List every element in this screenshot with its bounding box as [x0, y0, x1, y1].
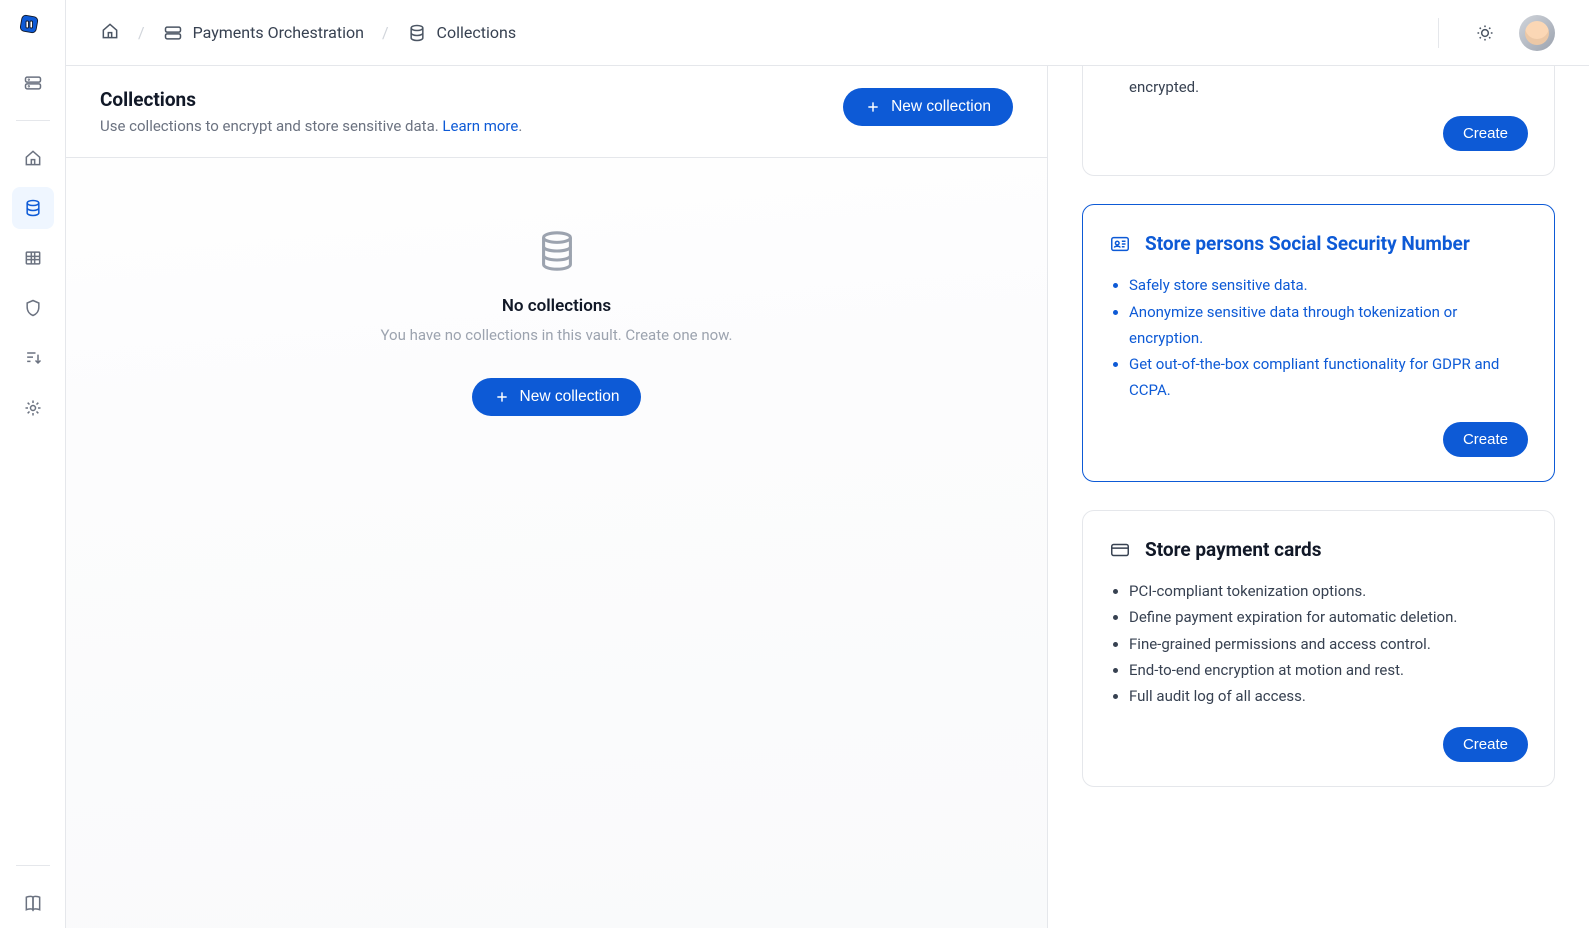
main-panel: Collections Use collections to encrypt a…	[66, 66, 1048, 928]
new-collection-button-empty[interactable]: New collection	[472, 378, 642, 416]
nav-divider-bottom	[16, 865, 50, 866]
theme-toggle[interactable]	[1467, 15, 1503, 51]
nav-item-home[interactable]	[12, 137, 54, 179]
button-label: Create	[1463, 125, 1508, 142]
breadcrumb-sep: /	[138, 23, 145, 42]
filter-sort-icon	[23, 348, 43, 368]
create-button[interactable]: Create	[1443, 727, 1528, 762]
home-icon	[100, 21, 120, 41]
breadcrumb-orchestration[interactable]: Payments Orchestration	[163, 23, 364, 43]
button-label: New collection	[520, 388, 620, 406]
learn-more-link[interactable]: Learn more	[442, 117, 518, 135]
empty-state: No collections You have no collections i…	[66, 158, 1047, 928]
bullet: Fine-grained permissions and access cont…	[1129, 631, 1528, 657]
shield-icon	[23, 298, 43, 318]
button-label: Create	[1463, 431, 1508, 448]
nav-item-security[interactable]	[12, 287, 54, 329]
breadcrumb-label: Payments Orchestration	[193, 23, 364, 42]
button-label: New collection	[891, 98, 991, 116]
bullet: Define payment expiration for automatic …	[1129, 604, 1528, 630]
new-collection-button[interactable]: New collection	[843, 88, 1013, 126]
bullet: PCI-compliant tokenization options.	[1129, 578, 1528, 604]
nav-item-settings[interactable]	[12, 387, 54, 429]
right-panel: encrypted. Create Store persons Social S…	[1048, 66, 1589, 928]
table-icon	[23, 248, 43, 268]
card-fragment-text: encrypted.	[1129, 78, 1528, 96]
empty-state-icon	[534, 228, 580, 278]
nav-item-collections[interactable]	[12, 187, 54, 229]
create-button[interactable]: Create	[1443, 422, 1528, 457]
plus-icon	[865, 99, 881, 115]
breadcrumb-collections[interactable]: Collections	[407, 23, 517, 43]
server-icon	[23, 73, 43, 93]
nav-item-vault[interactable]	[12, 62, 54, 104]
nav-item-queries[interactable]	[12, 337, 54, 379]
topbar-divider	[1438, 18, 1439, 48]
bullet: End-to-end encryption at motion and rest…	[1129, 657, 1528, 683]
template-card-payment[interactable]: Store payment cards PCI-compliant tokeni…	[1082, 510, 1555, 788]
button-label: Create	[1463, 736, 1508, 753]
bullet: Safely store sensitive data.	[1129, 272, 1528, 298]
page-subtitle: Use collections to encrypt and store sen…	[100, 117, 823, 135]
database-icon	[534, 228, 580, 274]
database-icon	[23, 198, 43, 218]
nav-divider	[16, 120, 50, 121]
topbar: / Payments Orchestration / Collections	[66, 0, 1589, 66]
template-card-ssn[interactable]: Store persons Social Security Number Saf…	[1082, 204, 1555, 482]
breadcrumb-label: Collections	[437, 23, 517, 42]
user-avatar[interactable]	[1519, 15, 1555, 51]
page-title: Collections	[100, 88, 823, 111]
left-nav-rail	[0, 0, 66, 928]
empty-state-title: No collections	[502, 296, 611, 316]
empty-state-desc: You have no collections in this vault. C…	[381, 326, 733, 344]
template-card-partial: encrypted. Create	[1082, 66, 1555, 176]
card-title: Store payment cards	[1145, 535, 1321, 564]
breadcrumb-home[interactable]	[100, 21, 120, 45]
server-icon	[163, 23, 183, 43]
breadcrumbs: / Payments Orchestration / Collections	[100, 21, 516, 45]
gear-icon	[23, 398, 43, 418]
card-title: Store persons Social Security Number	[1145, 229, 1470, 258]
card-bullets: Safely store sensitive data. Anonymize s…	[1109, 272, 1528, 403]
plus-icon	[494, 389, 510, 405]
database-icon	[407, 23, 427, 43]
id-card-icon	[1109, 233, 1131, 255]
nav-item-tables[interactable]	[12, 237, 54, 279]
page-header: Collections Use collections to encrypt a…	[66, 66, 1047, 158]
app-logo[interactable]	[19, 14, 47, 42]
book-icon	[23, 893, 43, 913]
create-button[interactable]: Create	[1443, 116, 1528, 151]
bullet: Full audit log of all access.	[1129, 683, 1528, 709]
avatar-face	[1525, 21, 1549, 45]
bullet: Anonymize sensitive data through tokeniz…	[1129, 299, 1528, 352]
credit-card-icon	[1109, 539, 1131, 561]
nav-item-docs[interactable]	[12, 882, 54, 924]
sun-icon	[1475, 23, 1495, 43]
bullet: Get out-of-the-box compliant functionali…	[1129, 351, 1528, 404]
breadcrumb-sep: /	[382, 23, 389, 42]
card-bullets: PCI-compliant tokenization options. Defi…	[1109, 578, 1528, 709]
home-icon	[23, 148, 43, 168]
